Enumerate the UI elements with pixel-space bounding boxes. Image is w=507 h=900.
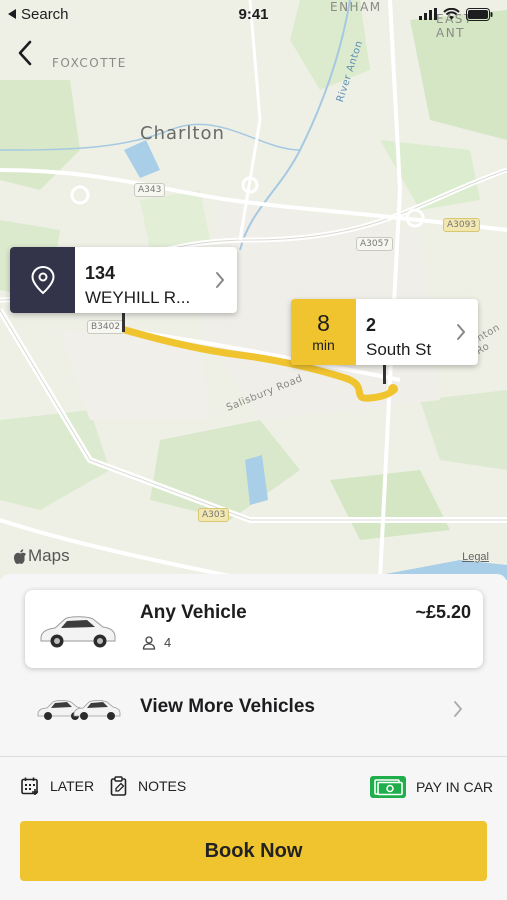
dropoff-street: South St (366, 339, 432, 359)
notes-label: NOTES (138, 778, 187, 794)
eta-badge: 8 min (291, 299, 356, 365)
location-pin-icon (30, 265, 55, 295)
dropoff-pin-stem (383, 364, 386, 384)
eta-value: 8 (317, 310, 330, 336)
chevron-right-icon (454, 701, 463, 717)
vehicle-option-card[interactable]: Any Vehicle ~£5.20 4 (25, 590, 483, 668)
dropoff-pin-card[interactable]: 8 min 2 South St (291, 299, 478, 365)
road-tag-b3402: B3402 (87, 320, 125, 334)
cash-icon (370, 776, 406, 798)
later-option[interactable]: LATER (20, 776, 94, 796)
road-tag-a343: A343 (134, 183, 166, 197)
dropoff-address: 2 South St (356, 299, 441, 365)
car-icon (40, 616, 116, 648)
view-more-vehicles-label: View More Vehicles (140, 696, 315, 717)
later-label: LATER (50, 778, 95, 794)
book-now-button[interactable]: Book Now (20, 821, 487, 881)
person-icon (142, 635, 156, 650)
road-tag-a3057: A3057 (356, 237, 394, 251)
pickup-pin-card[interactable]: 134 WEYHILL R... (10, 247, 237, 313)
status-bar: Search 9:41 (0, 0, 507, 28)
notes-option[interactable]: NOTES (110, 776, 186, 796)
chevron-right-icon (457, 324, 466, 340)
eta-unit: min (312, 337, 335, 353)
booking-sheet: Any Vehicle ~£5.20 4 View More Vehicles (0, 574, 507, 900)
road-tag-a303: A303 (198, 508, 230, 522)
seat-count-value: 4 (164, 635, 172, 650)
pay-label: PAY IN CAR (416, 779, 494, 795)
divider (0, 756, 507, 757)
back-button[interactable] (10, 36, 40, 70)
status-time: 9:41 (238, 5, 269, 23)
legal-link[interactable]: Legal (462, 551, 489, 563)
pickup-address: 134 WEYHILL R... (75, 247, 200, 313)
payment-option[interactable]: PAY IN CAR (370, 776, 493, 798)
status-icons (419, 7, 493, 21)
pickup-number: 134 (85, 262, 116, 283)
booking-options: LATER NOTES PAY IN CAR (0, 776, 507, 800)
back-app-label: Search (21, 5, 69, 23)
battery-icon (466, 7, 493, 21)
calendar-icon (21, 777, 38, 795)
chevron-right-icon (216, 272, 225, 288)
maps-text: Maps (28, 546, 70, 565)
map-view[interactable]: Search 9:41 ENHAM EAST ANT FOXCOTTE Char… (0, 0, 507, 580)
map-label-foxcotte: FOXCOTTE (52, 56, 127, 70)
dropoff-number: 2 (366, 314, 377, 335)
signal-icon (419, 8, 437, 20)
map-label-charlton: Charlton (140, 123, 225, 144)
vehicle-name: Any Vehicle (140, 602, 247, 623)
pickup-location-badge (10, 247, 75, 313)
pickup-street: WEYHILL R... (85, 287, 191, 307)
cars-icon (37, 700, 121, 720)
view-more-vehicles-row[interactable]: View More Vehicles (0, 686, 507, 730)
road-tag-a3093: A3093 (443, 218, 481, 232)
pickup-pin-stem (122, 312, 125, 332)
notes-icon (110, 776, 127, 796)
maps-attribution: Maps (14, 546, 70, 566)
seat-count: 4 (142, 635, 171, 650)
chevron-left-icon (18, 40, 32, 66)
vehicle-price: ~£5.20 (415, 602, 471, 622)
back-triangle-icon (8, 9, 16, 19)
apple-logo-icon (14, 548, 26, 564)
wifi-icon (443, 8, 460, 20)
back-to-app[interactable]: Search (8, 6, 69, 23)
